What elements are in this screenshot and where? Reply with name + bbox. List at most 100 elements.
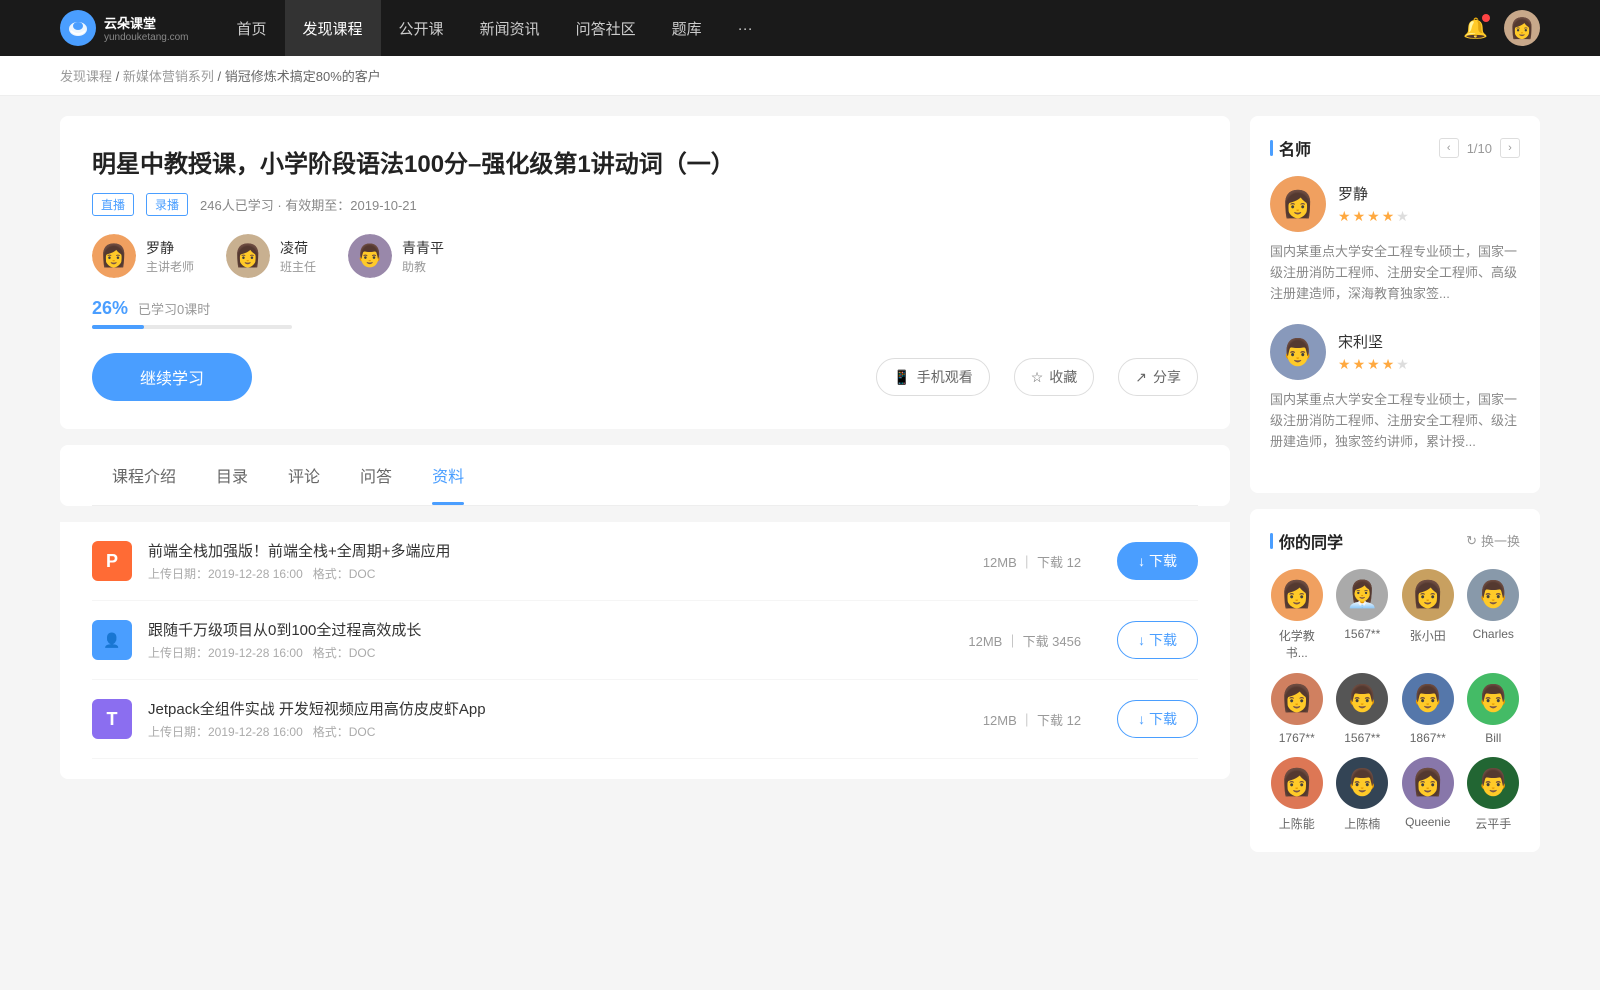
classmate-8[interactable]: 👨 Bill — [1467, 673, 1521, 745]
sidebar-teacher-desc-1: 国内某重点大学安全工程专业硕士，国家一级注册消防工程师、注册安全工程师、高级注册… — [1270, 242, 1520, 304]
download-button-1[interactable]: ↓ 下载 — [1117, 542, 1198, 580]
logo[interactable]: 云朵课堂 yundouketang.com — [60, 10, 189, 46]
star-9: ★ — [1382, 356, 1395, 373]
action-btns: 📱 手机观看 ☆ 收藏 ↗ 分享 — [876, 358, 1198, 396]
continue-button[interactable]: 继续学习 — [92, 353, 252, 401]
teacher-3: 👨 青青平 助教 — [348, 234, 444, 278]
download-button-3[interactable]: ↓ 下载 — [1117, 700, 1198, 738]
breadcrumb-current: 销冠修炼术搞定80%的客户 — [225, 69, 381, 84]
nav-open[interactable]: 公开课 — [381, 0, 462, 56]
course-meta-text: 246人已学习 · 有效期至：2019-10-21 — [200, 195, 417, 214]
teacher-avatar-3: 👨 — [348, 234, 392, 278]
breadcrumb-sep2: / — [218, 69, 225, 84]
classmates-title: 你的同学 — [1270, 529, 1343, 553]
resource-item-3: T Jetpack全组件实战 开发短视频应用高仿皮皮虾App 上传日期：2019… — [92, 680, 1198, 759]
classmate-1[interactable]: 👩 化学教书... — [1270, 569, 1324, 661]
left-panel: 明星中教授课，小学阶段语法100分–强化级第1讲动词（一） 直播 录播 246人… — [60, 116, 1230, 852]
nav-home[interactable]: 首页 — [219, 0, 285, 56]
bell-icon[interactable]: 🔔 — [1463, 16, 1488, 41]
resource-item-2: 👤 跟随千万级项目从0到100全过程高效成长 上传日期：2019-12-28 1… — [92, 601, 1198, 680]
classmate-10[interactable]: 👨 上陈楠 — [1336, 757, 1390, 832]
progress-section: 26% 已学习0课时 — [92, 298, 1198, 329]
classmate-avatar-8: 👨 — [1467, 673, 1519, 725]
nav-news[interactable]: 新闻资讯 — [462, 0, 558, 56]
phone-icon: 📱 — [893, 369, 910, 386]
share-label: 分享 — [1153, 367, 1181, 387]
star-4: ★ — [1382, 208, 1395, 225]
resource-stats-2: 12MB ｜ 下载 3456 — [968, 631, 1081, 650]
teacher-name-2: 凌荷 — [280, 238, 316, 258]
next-page-btn[interactable]: › — [1500, 138, 1520, 158]
user-avatar[interactable]: 👩 — [1504, 10, 1540, 46]
phone-label: 手机观看 — [917, 367, 973, 387]
tabs: 课程介绍 目录 评论 问答 资料 — [92, 445, 1198, 506]
classmate-4[interactable]: 👨 Charles — [1467, 569, 1521, 661]
breadcrumb-discover[interactable]: 发现课程 — [60, 69, 112, 84]
teacher-card: 名师 ‹ 1/10 › 👩 罗静 ★ ★ — [1250, 116, 1540, 493]
logo-name: 云朵课堂 — [104, 13, 189, 32]
classmate-name-8: Bill — [1485, 731, 1501, 745]
classmate-name-11: Queenie — [1405, 815, 1450, 829]
nav-quiz[interactable]: 题库 — [654, 0, 720, 56]
bell-dot — [1482, 14, 1490, 22]
prev-page-btn[interactable]: ‹ — [1439, 138, 1459, 158]
tag-live: 直播 — [92, 193, 134, 216]
sidebar-teacher-name-1: 罗静 — [1338, 183, 1409, 204]
classmate-2[interactable]: 👩‍💼 1567** — [1336, 569, 1390, 661]
classmate-3[interactable]: 👩 张小田 — [1401, 569, 1455, 661]
classmate-11[interactable]: 👩 Queenie — [1401, 757, 1455, 832]
share-button[interactable]: ↗ 分享 — [1118, 358, 1198, 396]
progress-pct: 26% — [92, 298, 128, 319]
tab-intro[interactable]: 课程介绍 — [92, 445, 196, 505]
nav-more[interactable]: ··· — [720, 0, 771, 56]
star-1: ★ — [1338, 208, 1351, 225]
tabs-section: 课程介绍 目录 评论 问答 资料 — [60, 445, 1230, 506]
star-7: ★ — [1353, 356, 1366, 373]
sidebar-teacher-info-2: 宋利坚 ★ ★ ★ ★ ★ — [1338, 331, 1409, 373]
refresh-label: 换一换 — [1481, 531, 1520, 550]
tab-qa[interactable]: 问答 — [340, 445, 412, 505]
nav-items: 首页 发现课程 公开课 新闻资讯 问答社区 题库 ··· — [219, 0, 1464, 56]
classmate-avatar-12: 👨 — [1467, 757, 1519, 809]
refresh-icon: ↻ — [1466, 533, 1477, 549]
resource-name-1: 前端全栈加强版！前端全栈+全周期+多端应用 — [148, 540, 967, 561]
breadcrumb-series[interactable]: 新媒体营销系列 — [123, 69, 214, 84]
resource-item-1: P 前端全栈加强版！前端全栈+全周期+多端应用 上传日期：2019-12-28 … — [92, 522, 1198, 601]
resource-info-1: 前端全栈加强版！前端全栈+全周期+多端应用 上传日期：2019-12-28 16… — [148, 540, 967, 582]
download-button-2[interactable]: ↓ 下载 — [1117, 621, 1198, 659]
page-num: 1/10 — [1467, 141, 1492, 156]
tab-resource[interactable]: 资料 — [412, 445, 484, 505]
classmate-name-12: 云平手 — [1475, 815, 1511, 832]
classmate-5[interactable]: 👩 1767** — [1270, 673, 1324, 745]
collect-label: 收藏 — [1049, 367, 1077, 387]
tab-review[interactable]: 评论 — [268, 445, 340, 505]
classmate-name-5: 1767** — [1279, 731, 1315, 745]
tab-catalog[interactable]: 目录 — [196, 445, 268, 505]
sidebar-teacher-2: 👨 宋利坚 ★ ★ ★ ★ ★ 国内某重点大学安全工程专业硕士，国家一级注册消防… — [1270, 324, 1520, 452]
classmate-6[interactable]: 👨 1567** — [1336, 673, 1390, 745]
refresh-button[interactable]: ↻ 换一换 — [1466, 531, 1520, 550]
classmate-name-10: 上陈楠 — [1344, 815, 1380, 832]
breadcrumb-sep1: / — [116, 69, 123, 84]
sidebar-teacher-stars-1: ★ ★ ★ ★ ★ — [1338, 208, 1409, 225]
resource-info-2: 跟随千万级项目从0到100全过程高效成长 上传日期：2019-12-28 16:… — [148, 619, 952, 661]
classmate-7[interactable]: 👨 1867** — [1401, 673, 1455, 745]
classmate-12[interactable]: 👨 云平手 — [1467, 757, 1521, 832]
logo-sub: yundouketang.com — [104, 32, 189, 43]
teachers-row: 👩 罗静 主讲老师 👩 凌荷 班主任 — [92, 234, 1198, 278]
course-card: 明星中教授课，小学阶段语法100分–强化级第1讲动词（一） 直播 录播 246人… — [60, 116, 1230, 429]
classmate-name-1: 化学教书... — [1270, 627, 1324, 661]
collect-button[interactable]: ☆ 收藏 — [1014, 358, 1095, 396]
classmates-card: 你的同学 ↻ 换一换 👩 化学教书... 👩‍💼 1567** 👩 张小田 — [1250, 509, 1540, 852]
resource-stats-3: 12MB ｜ 下载 12 — [983, 710, 1081, 729]
phone-view-button[interactable]: 📱 手机观看 — [876, 358, 989, 396]
nav-qa[interactable]: 问答社区 — [558, 0, 654, 56]
navbar: 云朵课堂 yundouketang.com 首页 发现课程 公开课 新闻资讯 问… — [0, 0, 1600, 56]
teacher-pagination: ‹ 1/10 › — [1439, 138, 1520, 158]
main-content: 明星中教授课，小学阶段语法100分–强化级第1讲动词（一） 直播 录播 246人… — [0, 96, 1600, 872]
nav-discover[interactable]: 发现课程 — [285, 0, 381, 56]
progress-label: 26% 已学习0课时 — [92, 298, 1198, 319]
classmate-name-6: 1567** — [1344, 731, 1380, 745]
classmate-9[interactable]: 👩 上陈能 — [1270, 757, 1324, 832]
classmate-name-4: Charles — [1473, 627, 1514, 641]
